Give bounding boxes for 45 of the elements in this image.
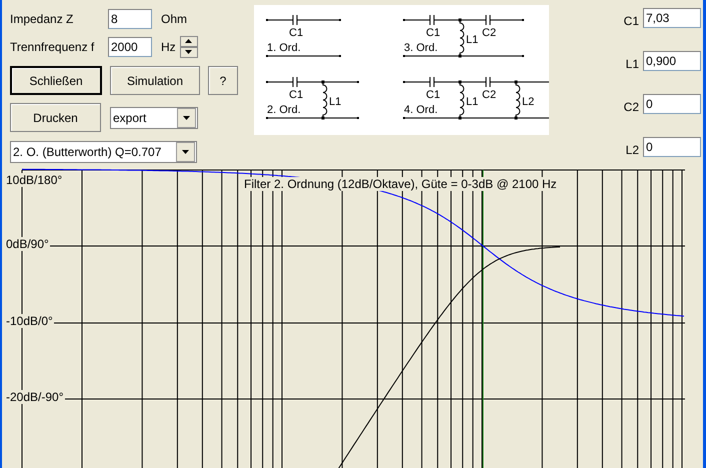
spin-up-button[interactable]: [180, 36, 198, 47]
down-arrow-icon: [182, 150, 189, 154]
down-arrow-icon: [183, 116, 190, 120]
input-field[interactable]: 2000: [108, 36, 152, 57]
inductor-label: L2: [522, 96, 534, 108]
value-field[interactable]: 7,03: [643, 8, 701, 28]
capacitor-label: C2: [482, 89, 496, 101]
capacitor-label: C1: [289, 89, 304, 101]
order-label: 2. Ord.: [267, 104, 301, 116]
order-label: 4. Ord.: [404, 104, 438, 116]
value-field[interactable]: 0,900: [643, 51, 701, 71]
filter-dropdown[interactable]: 2. O. (Butterworth) Q=0.707: [10, 140, 197, 162]
component-label: C1: [624, 14, 639, 28]
push-button[interactable]: Simulation: [110, 66, 200, 96]
input-field[interactable]: 8: [108, 8, 152, 29]
inductor-label: L1: [466, 34, 478, 46]
inductor-label: L1: [466, 96, 478, 108]
push-button[interactable]: ?: [208, 66, 238, 96]
spin-down-button[interactable]: [180, 46, 198, 58]
component-label: C2: [624, 100, 639, 114]
capacitor-label: C2: [482, 27, 496, 39]
push-button[interactable]: Schließen: [10, 66, 102, 96]
chart-title: Filter 2. Ordnung (12dB/Oktave), Güte = 0-3dB @ 2100 Hz: [243, 177, 558, 191]
field-label: Impedanz Z: [10, 12, 74, 26]
y-axis-label: 10dB/180°: [5, 173, 64, 187]
capacitor-label: C1: [426, 89, 440, 101]
export-dropdown[interactable]: export: [110, 106, 198, 129]
down-arrow-icon: [185, 50, 192, 54]
y-axis-label: -10dB/0°: [5, 314, 54, 328]
unit-label: Hz: [161, 40, 176, 54]
field-label: Trennfrequenz f: [10, 40, 96, 54]
order-label: 1. Ord.: [267, 42, 301, 54]
order-label: 3. Ord.: [404, 42, 438, 54]
capacitor-label: C1: [426, 27, 440, 39]
component-label: L1: [626, 57, 639, 71]
y-axis-label: 0dB/90°: [5, 237, 50, 251]
value-field[interactable]: 0: [643, 137, 701, 157]
y-axis-label: -20dB/-90°: [5, 390, 64, 404]
up-arrow-icon: [185, 39, 192, 44]
inductor-label: L1: [329, 96, 342, 108]
component-label: L2: [626, 143, 639, 157]
unit-label: Ohm: [161, 12, 188, 26]
capacitor-label: C1: [289, 27, 304, 39]
print-button[interactable]: Drucken: [10, 103, 101, 132]
value-field[interactable]: 0: [643, 94, 701, 114]
